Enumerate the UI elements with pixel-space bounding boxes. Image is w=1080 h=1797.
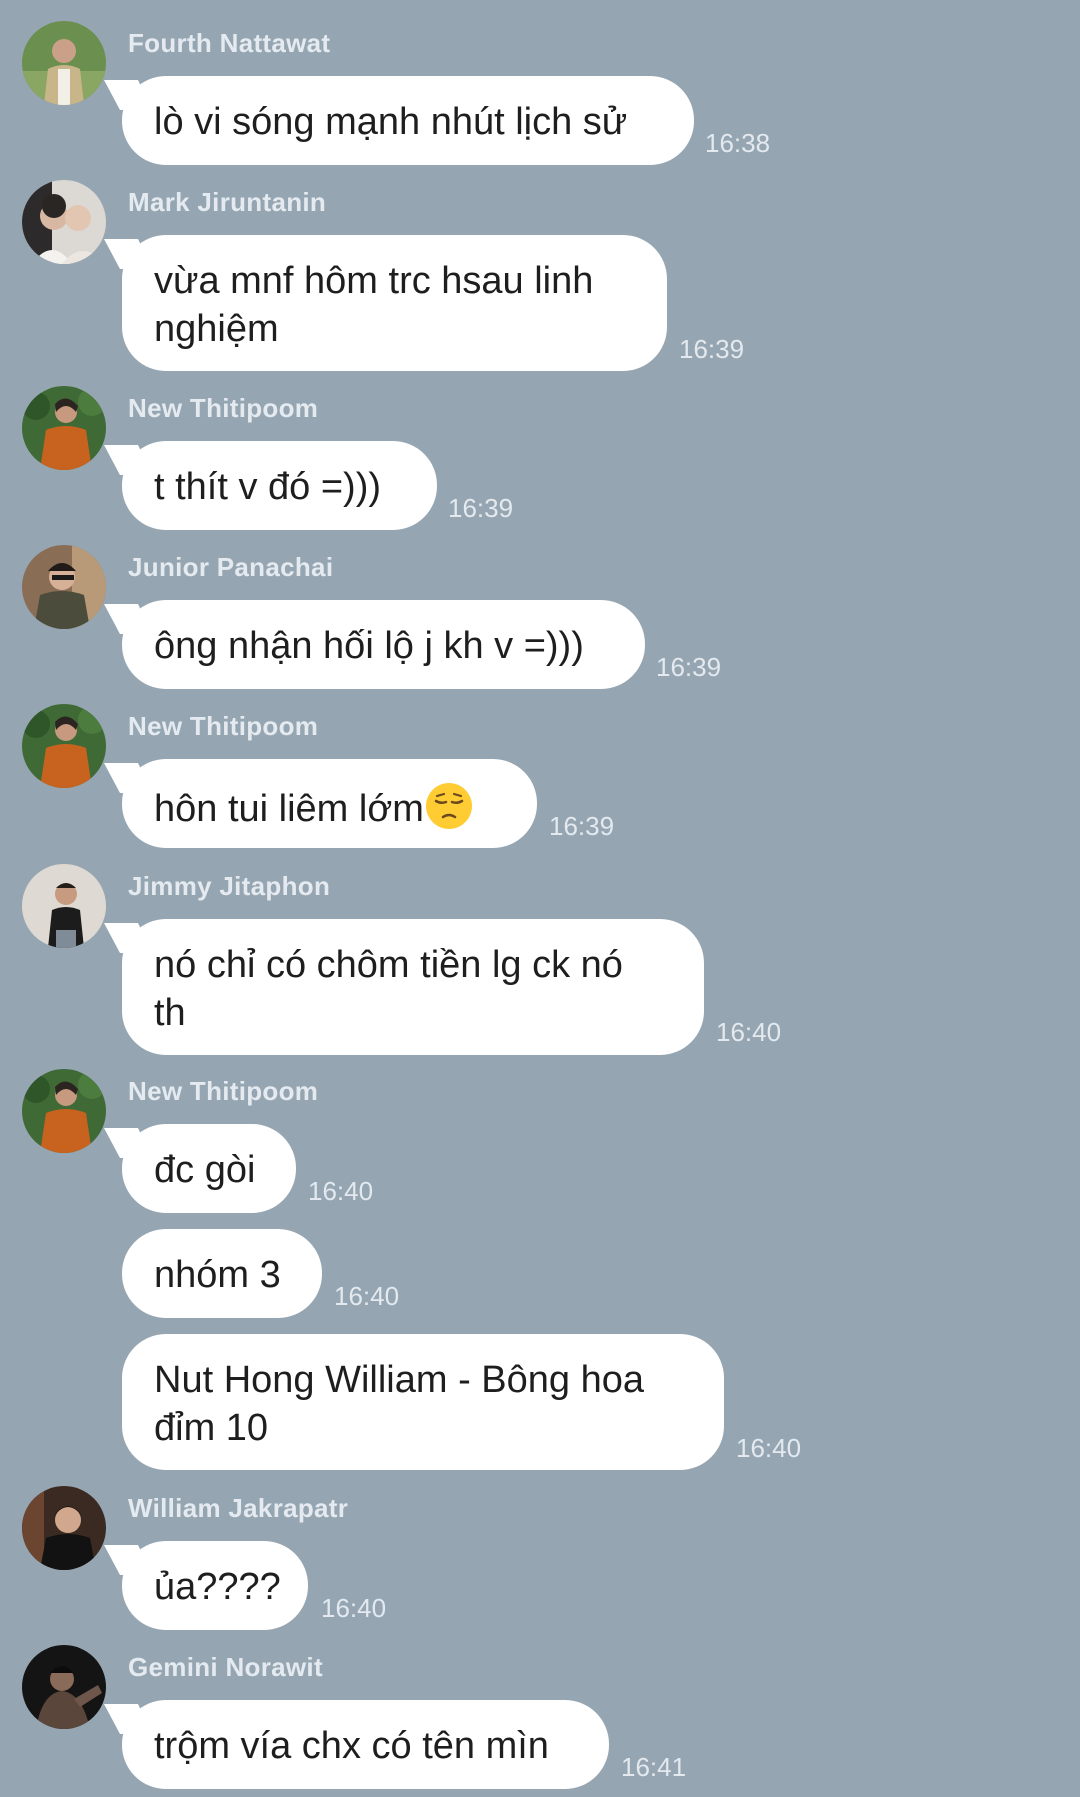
message-bubble[interactable]: t thít v đó =))): [122, 441, 437, 530]
message-bubble[interactable]: trộm vía chx có tên mìn: [122, 1700, 609, 1789]
message-text: vừa mnf hôm trc hsau linh nghiệm: [154, 260, 594, 350]
avatar-junior-panachai[interactable]: [22, 545, 106, 629]
message-bubble[interactable]: ông nhận hối lộ j kh v =))): [122, 600, 645, 689]
avatar-new-thitipoom[interactable]: [22, 1069, 106, 1153]
avatar-new-thitipoom[interactable]: [22, 704, 106, 788]
message-bubble[interactable]: lò vi sóng mạnh nhút lịch sử: [122, 76, 694, 165]
sender-name: Gemini Norawit: [128, 1652, 323, 1682]
message-text: lò vi sóng mạnh nhút lịch sử: [154, 101, 628, 143]
message-bubble[interactable]: hôn tui liêm lớm: [122, 759, 537, 848]
message-bubble[interactable]: Nut Hong William - Bông hoa đỉm 10: [122, 1334, 724, 1470]
message-text: ông nhận hối lộ j kh v =))): [154, 625, 584, 667]
message-text: hôn tui liêm lớm: [154, 788, 424, 830]
sender-name: Mark Jiruntanin: [128, 187, 327, 217]
avatar-jimmy-jitaphon[interactable]: [22, 864, 106, 948]
message-time: 16:40: [716, 1017, 782, 1047]
avatar-william-jakrapatr[interactable]: [22, 1486, 106, 1570]
message-time: 16:39: [679, 334, 745, 364]
message-time: 16:39: [448, 493, 514, 523]
message-text: nhóm 3: [154, 1254, 281, 1296]
message-time: 16:38: [705, 128, 771, 158]
message-text: đc gòi: [154, 1149, 256, 1191]
sender-name: New Thitipoom: [128, 393, 319, 423]
avatar-new-thitipoom[interactable]: [22, 386, 106, 470]
message-time: 16:39: [549, 811, 615, 841]
message-text: t thít v đó =))): [154, 466, 382, 508]
sender-name: William Jakrapatr: [128, 1493, 349, 1523]
sender-name: Junior Panachai: [128, 552, 334, 582]
message-text: nó chỉ có chôm tiền lg ck nó th: [154, 944, 623, 1034]
message-time: 16:40: [308, 1176, 374, 1206]
pensive-face-emoji-icon: [424, 781, 474, 831]
message-time: 16:41: [621, 1752, 687, 1782]
message-text: Nut Hong William - Bông hoa đỉm 10: [154, 1359, 644, 1449]
avatar-fourth-nattawat[interactable]: [22, 21, 106, 105]
sender-name: Fourth Nattawat: [128, 28, 331, 58]
message-time: 16:40: [334, 1281, 400, 1311]
sender-name: New Thitipoom: [128, 711, 319, 741]
message-bubble[interactable]: nó chỉ có chôm tiền lg ck nó th: [122, 919, 704, 1055]
message-bubble[interactable]: ủa????: [122, 1541, 308, 1630]
message-time: 16:40: [321, 1593, 387, 1623]
message-text: ủa????: [154, 1566, 281, 1608]
avatar-mark-jiruntanin[interactable]: [22, 180, 106, 264]
avatar-gemini-norawit[interactable]: [22, 1645, 106, 1729]
message-bubble[interactable]: đc gòi: [122, 1124, 296, 1213]
message-time: 16:40: [736, 1433, 802, 1463]
message-bubble[interactable]: nhóm 3: [122, 1229, 322, 1318]
message-text: trộm vía chx có tên mìn: [154, 1725, 549, 1767]
chat-message-list[interactable]: Fourth Nattawat lò vi sóng mạnh nhút lịc…: [0, 0, 1080, 1797]
sender-name: New Thitipoom: [128, 1076, 319, 1106]
message-time: 16:39: [656, 652, 722, 682]
sender-name: Jimmy Jitaphon: [128, 871, 331, 901]
message-bubble[interactable]: vừa mnf hôm trc hsau linh nghiệm: [122, 235, 667, 371]
